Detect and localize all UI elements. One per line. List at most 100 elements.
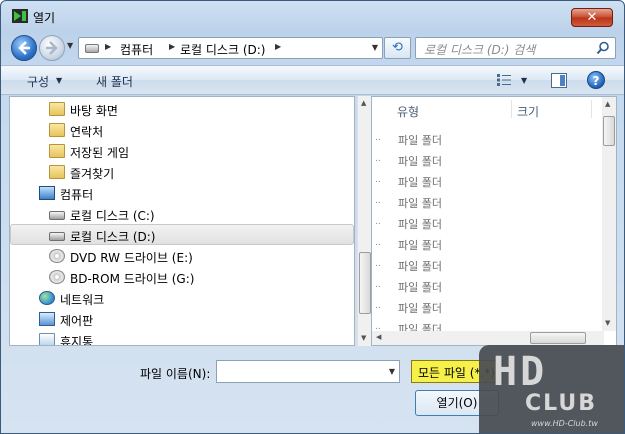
sidebar-item-label: 네트워크 (60, 293, 105, 307)
title-bar[interactable]: 열기 ✕ (1, 1, 624, 31)
list-item[interactable]: .. 파일 폴더 (372, 276, 602, 297)
optical-drive-icon (49, 270, 65, 284)
navigation-pane-scrollbar[interactable]: ▲ ▼ (357, 96, 371, 346)
address-dropdown[interactable]: ▼ (372, 43, 378, 52)
breadcrumb-separator[interactable]: ▶ (105, 42, 111, 51)
address-bar[interactable]: ▶ 컴퓨터 ▶ 로컬 디스크 (D:) ▶ ▼ (78, 37, 383, 59)
sidebar-item-label: 즐겨찾기 (70, 167, 115, 181)
truncated-name: .. (375, 196, 381, 206)
sidebar-item-saved-games[interactable]: 저장된 게임 (10, 141, 354, 162)
sidebar-item-local-disk-d[interactable]: 로컬 디스크 (D:) (10, 224, 354, 245)
search-icon[interactable] (596, 41, 610, 55)
open-dialog: 열기 ✕ ▼ ▶ 컴퓨터 ▶ 로컬 디스크 (D:) ▶ ▼ ⟲ 로컬 디스크 … (0, 0, 625, 434)
navigation-bar: ▼ ▶ 컴퓨터 ▶ 로컬 디스크 (D:) ▶ ▼ ⟲ 로컬 디스크 (D:) … (1, 31, 624, 64)
list-item[interactable]: .. 파일 폴더 (372, 129, 602, 150)
help-icon[interactable]: ? (587, 71, 605, 89)
sidebar-item-label: 저장된 게임 (70, 146, 130, 160)
watermark-logo-sub: CLUB (525, 391, 598, 416)
favorites-folder-icon (49, 165, 65, 179)
file-type: 파일 폴더 (398, 239, 442, 252)
network-icon (39, 291, 55, 305)
organize-dropdown-icon[interactable]: ▼ (56, 76, 62, 85)
sidebar-item-label: 로컬 디스크 (D:) (70, 230, 156, 244)
command-bar: 구성 ▼ 새 폴더 ▼ ? (1, 65, 624, 95)
drive-icon (49, 232, 65, 241)
scroll-left-icon[interactable]: ◀ (376, 333, 381, 341)
sidebar-item-bd-rom-drive[interactable]: BD-ROM 드라이브 (G:) (10, 267, 354, 288)
scroll-up-icon[interactable]: ▲ (361, 99, 366, 107)
scrollbar-thumb[interactable] (359, 252, 371, 314)
scrollbar-thumb[interactable] (603, 116, 615, 146)
scroll-up-icon[interactable]: ▲ (605, 100, 610, 108)
computer-icon (39, 186, 55, 200)
file-type: 파일 폴더 (398, 155, 442, 168)
list-item[interactable]: .. 파일 폴더 (372, 234, 602, 255)
truncated-name: .. (375, 238, 381, 248)
desktop-folder-icon (49, 102, 65, 116)
list-item[interactable]: .. 파일 폴더 (372, 213, 602, 234)
sidebar-item-contacts[interactable]: 연락처 (10, 120, 354, 141)
column-divider[interactable] (591, 100, 592, 118)
list-item[interactable]: .. 파일 폴더 (372, 150, 602, 171)
file-list-vertical-scrollbar[interactable]: ▲ ▼ (602, 97, 616, 331)
filename-dropdown-icon[interactable]: ▼ (389, 367, 395, 376)
sidebar-item-dvd-rw-drive[interactable]: DVD RW 드라이브 (E:) (10, 246, 354, 267)
column-divider[interactable] (511, 100, 512, 118)
file-type: 파일 폴더 (398, 134, 442, 147)
sidebar-item-network[interactable]: 네트워크 (10, 288, 354, 309)
refresh-button[interactable]: ⟲ (384, 37, 411, 59)
drive-icon (85, 44, 99, 53)
search-input[interactable]: 로컬 디스크 (D:) 검색 (415, 37, 616, 59)
list-item[interactable]: .. 파일 폴더 (372, 255, 602, 276)
file-type: 파일 폴더 (398, 218, 442, 231)
new-folder-button[interactable]: 새 폴더 (96, 73, 133, 90)
recent-pages-dropdown[interactable]: ▼ (67, 41, 73, 50)
watermark-url: www.HD-Club.tw (531, 419, 598, 428)
forward-button[interactable] (39, 35, 65, 61)
sidebar-item-control-panel[interactable]: 제어판 (10, 309, 354, 330)
filename-field[interactable]: ▼ (216, 360, 400, 383)
column-header-type[interactable]: 유형 (397, 103, 419, 127)
file-list-pane: ⌃ 유형 크기 .. 파일 폴더 .. 파일 폴더 .. 파일 폴더 .. 파일 폴더 … (371, 96, 617, 346)
contacts-folder-icon (49, 123, 65, 137)
sidebar-item-label: 연락처 (70, 125, 104, 139)
scroll-down-icon[interactable]: ▼ (605, 319, 610, 327)
close-button[interactable]: ✕ (571, 8, 613, 27)
saved-games-folder-icon (49, 144, 65, 158)
sidebar-item-recycle-bin[interactable]: 휴지통 (10, 330, 354, 345)
preview-pane-icon[interactable] (551, 73, 567, 88)
watermark-logo: HD (493, 349, 548, 395)
column-header-size[interactable]: 크기 (517, 103, 539, 127)
breadcrumb-separator[interactable]: ▶ (169, 42, 175, 51)
sidebar-item-favorites[interactable]: 즐겨찾기 (10, 162, 354, 183)
sidebar-item-computer[interactable]: 컴퓨터 (10, 183, 354, 204)
truncated-name: .. (375, 217, 381, 227)
views-icon[interactable] (497, 74, 511, 86)
search-placeholder: 로컬 디스크 (D:) 검색 (424, 43, 536, 57)
breadcrumb-separator[interactable]: ▶ (275, 42, 281, 51)
sidebar-item-label: 바탕 화면 (70, 104, 118, 118)
sidebar-item-local-disk-c[interactable]: 로컬 디스크 (C:) (10, 204, 354, 225)
breadcrumb-local-disk-d[interactable]: 로컬 디스크 (D:) (180, 41, 265, 58)
file-type: 파일 폴더 (398, 281, 442, 294)
organize-menu[interactable]: 구성 (27, 73, 49, 90)
list-item[interactable]: .. 파일 폴더 (372, 171, 602, 192)
list-item[interactable]: .. 파일 폴더 (372, 297, 602, 318)
recycle-bin-icon (39, 333, 55, 345)
close-icon: ✕ (586, 10, 598, 25)
list-item[interactable]: .. 파일 폴더 (372, 192, 602, 213)
file-type: 파일 폴더 (398, 260, 442, 273)
sidebar-item-label: 컴퓨터 (60, 188, 94, 202)
file-list-horizontal-scrollbar[interactable]: ◀ (372, 331, 604, 345)
truncated-name: .. (375, 175, 381, 185)
back-button[interactable] (11, 35, 37, 61)
scroll-down-icon[interactable]: ▼ (361, 334, 366, 342)
breadcrumb-computer[interactable]: 컴퓨터 (120, 41, 153, 58)
sidebar-item-label: 제어판 (60, 314, 94, 328)
site-watermark: HD CLUB www.HD-Club.tw (479, 345, 624, 433)
drive-icon (49, 211, 65, 220)
sidebar-item-desktop[interactable]: 바탕 화면 (10, 99, 354, 120)
views-dropdown-icon[interactable]: ▼ (521, 76, 527, 85)
scrollbar-thumb[interactable] (530, 332, 586, 344)
file-type: 파일 폴더 (398, 176, 442, 189)
